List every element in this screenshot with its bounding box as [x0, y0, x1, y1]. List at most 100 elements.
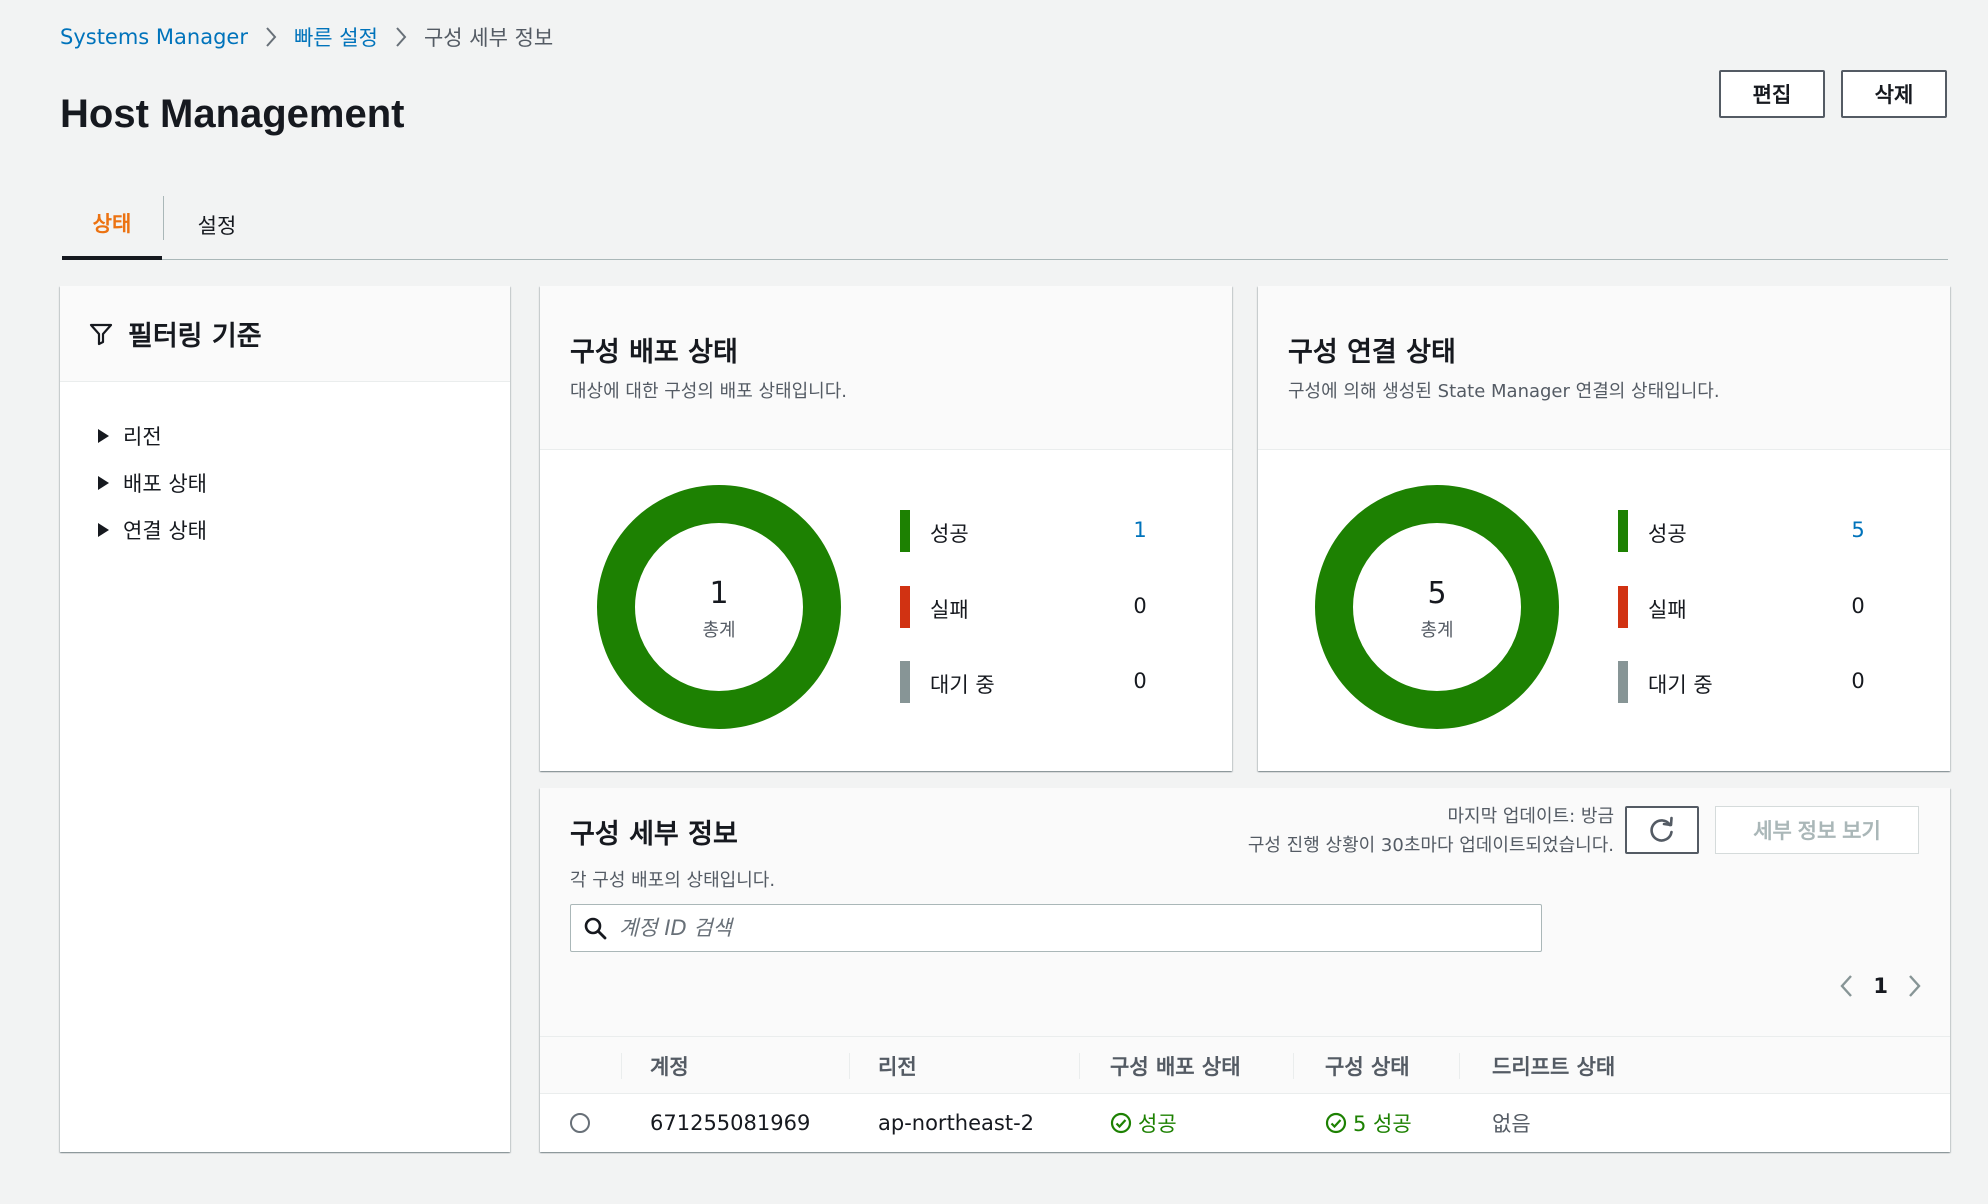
config-status-text: 5 성공 — [1353, 1112, 1412, 1136]
legend-success: 성공 5 — [1618, 510, 1918, 552]
update-interval-text: 구성 진행 상황이 30초마다 업데이트되었습니다. — [1247, 835, 1614, 856]
legend-value[interactable]: 5 — [1838, 518, 1878, 542]
legend-value[interactable]: 1 — [1120, 518, 1160, 542]
legend-failed: 실패 0 — [900, 586, 1200, 628]
legend-pending: 대기 중 0 — [1618, 661, 1918, 703]
edit-button[interactable]: 편집 — [1719, 70, 1825, 118]
legend-label: 성공 — [930, 522, 969, 546]
details-description: 각 구성 배포의 상태입니다. — [570, 870, 776, 891]
legend-label: 대기 중 — [1648, 673, 1713, 697]
column-header-account[interactable]: 계정 — [650, 1037, 689, 1095]
check-circle-icon — [1325, 1112, 1347, 1134]
filter-item-deploy-status[interactable]: 배포 상태 — [98, 459, 510, 506]
page-number[interactable]: 1 — [1873, 974, 1888, 998]
filter-list: 리전 배포 상태 연결 상태 — [60, 382, 510, 553]
table-row[interactable]: 671255081969 ap-northeast-2 성공 5 성공 없음 — [540, 1094, 1950, 1152]
tab-settings[interactable]: 설정 — [164, 190, 270, 260]
column-header-region[interactable]: 리전 — [878, 1037, 917, 1095]
filter-item-label: 배포 상태 — [123, 471, 207, 496]
caret-right-icon — [98, 522, 109, 537]
association-status-title: 구성 연결 상태 — [1288, 337, 1456, 368]
filter-panel: 필터링 기준 리전 배포 상태 연결 상태 — [60, 286, 510, 1152]
view-details-button[interactable]: 세부 정보 보기 — [1715, 806, 1919, 854]
column-divider — [1459, 1053, 1460, 1079]
caret-right-icon — [98, 428, 109, 443]
account-id-search-input[interactable] — [619, 916, 1519, 940]
breadcrumb: Systems Manager 빠른 설정 구성 세부 정보 — [60, 22, 553, 52]
breadcrumb-systems-manager[interactable]: Systems Manager — [60, 25, 248, 49]
column-header-drift-status[interactable]: 드리프트 상태 — [1492, 1037, 1615, 1095]
legend-color-success — [1618, 510, 1628, 552]
legend-value: 0 — [1133, 594, 1147, 618]
legend-color-pending — [1618, 661, 1628, 703]
column-divider — [1079, 1053, 1080, 1079]
legend-pending: 대기 중 0 — [900, 661, 1200, 703]
caret-right-icon — [98, 475, 109, 490]
legend-failed: 실패 0 — [1618, 586, 1918, 628]
row-radio-button[interactable] — [570, 1113, 590, 1133]
filter-header: 필터링 기준 — [60, 286, 510, 382]
association-total-label: 총계 — [1420, 620, 1454, 641]
cell-drift-status: 없음 — [1492, 1112, 1531, 1136]
column-divider — [849, 1053, 850, 1079]
chevron-left-icon[interactable] — [1839, 973, 1855, 999]
legend-value: 0 — [1851, 594, 1865, 618]
filter-item-label: 연결 상태 — [123, 518, 207, 543]
legend-color-failed — [1618, 586, 1628, 628]
legend-color-failed — [900, 586, 910, 628]
filter-item-association-status[interactable]: 연결 상태 — [98, 506, 510, 553]
chevron-right-icon — [264, 26, 278, 48]
association-total-value: 5 — [1427, 576, 1447, 611]
cell-account: 671255081969 — [650, 1111, 811, 1135]
filter-item-region[interactable]: 리전 — [98, 412, 510, 459]
filter-item-label: 리전 — [123, 424, 162, 449]
tab-bar: 상태 설정 — [62, 190, 1948, 260]
legend-success: 성공 1 — [900, 510, 1200, 552]
cell-config-status: 5 성공 — [1325, 1094, 1412, 1152]
association-status-card: 구성 연결 상태 구성에 의해 생성된 State Manager 연결의 상태… — [1258, 286, 1950, 771]
legend-value: 0 — [1133, 669, 1147, 693]
filter-icon — [88, 321, 114, 347]
page-title: Host Management — [60, 92, 405, 136]
configuration-details-card: 구성 세부 정보 각 구성 배포의 상태입니다. 마지막 업데이트: 방금 구성… — [540, 788, 1950, 1152]
legend-label: 실패 — [1648, 598, 1687, 622]
legend-label: 대기 중 — [930, 673, 995, 697]
last-updated-text: 마지막 업데이트: 방금 — [1447, 806, 1614, 827]
legend-label: 성공 — [1648, 522, 1687, 546]
deploy-status-card: 구성 배포 상태 대상에 대한 구성의 배포 상태입니다. 1 총계 성공 1 … — [540, 286, 1232, 771]
refresh-button[interactable] — [1625, 806, 1699, 854]
breadcrumb-current: 구성 세부 정보 — [423, 26, 554, 50]
tab-status[interactable]: 상태 — [62, 190, 162, 260]
row-select-cell — [570, 1094, 590, 1152]
column-divider — [1293, 1053, 1294, 1079]
search-box — [570, 904, 1542, 952]
search-icon — [584, 917, 607, 940]
column-header-deploy-status[interactable]: 구성 배포 상태 — [1110, 1037, 1241, 1095]
legend-color-pending — [900, 661, 910, 703]
breadcrumb-quick-setup[interactable]: 빠른 설정 — [294, 22, 378, 52]
deploy-total-label: 총계 — [702, 620, 736, 641]
refresh-icon — [1650, 816, 1673, 842]
cell-deploy-status: 성공 — [1110, 1094, 1177, 1152]
filter-title: 필터링 기준 — [128, 321, 262, 352]
deploy-status-header: 구성 배포 상태 대상에 대한 구성의 배포 상태입니다. — [540, 286, 1232, 450]
deploy-status-title: 구성 배포 상태 — [570, 337, 738, 368]
delete-button[interactable]: 삭제 — [1841, 70, 1947, 118]
legend-label: 실패 — [930, 598, 969, 622]
last-updated-info: 마지막 업데이트: 방금 구성 진행 상황이 30초마다 업데이트되었습니다. — [1248, 802, 1614, 860]
deploy-status-description: 대상에 대한 구성의 배포 상태입니다. — [570, 381, 848, 402]
column-header-config-status[interactable]: 구성 상태 — [1325, 1037, 1410, 1095]
cell-region: ap-northeast-2 — [878, 1111, 1035, 1135]
association-status-description: 구성에 의해 생성된 State Manager 연결의 상태입니다. — [1288, 381, 1720, 402]
table-header: 계정 리전 구성 배포 상태 구성 상태 드리프트 상태 — [540, 1036, 1950, 1094]
chevron-right-icon[interactable] — [1906, 973, 1922, 999]
association-status-header: 구성 연결 상태 구성에 의해 생성된 State Manager 연결의 상태… — [1258, 286, 1950, 450]
legend-value: 0 — [1851, 669, 1865, 693]
deploy-status-text: 성공 — [1138, 1112, 1177, 1136]
check-circle-icon — [1110, 1112, 1132, 1134]
details-title: 구성 세부 정보 — [570, 819, 738, 850]
legend-color-success — [900, 510, 910, 552]
deploy-total-value: 1 — [709, 576, 729, 611]
chevron-right-icon — [394, 26, 408, 48]
pagination: 1 — [1839, 968, 1922, 1004]
